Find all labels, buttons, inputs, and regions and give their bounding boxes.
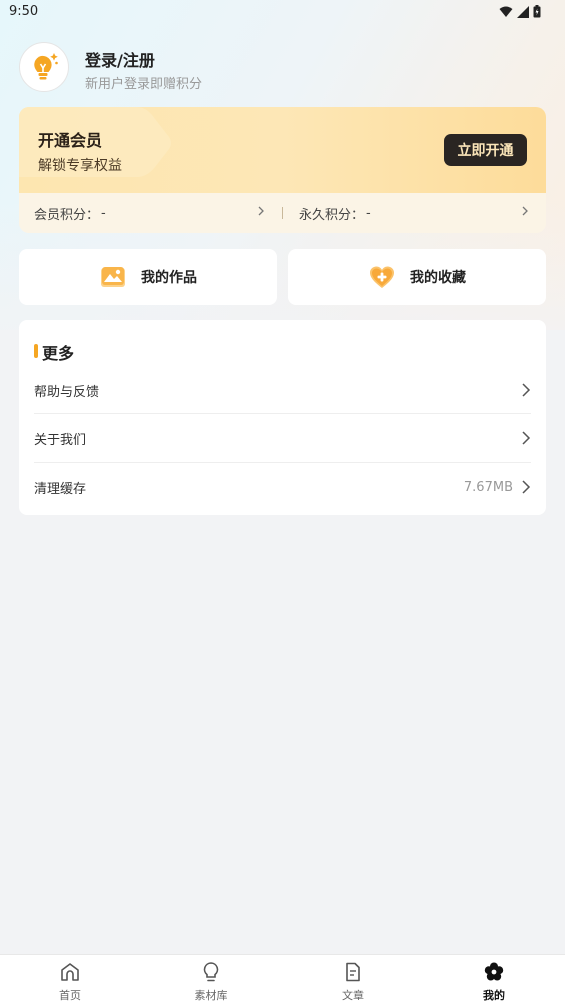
- section-accent-bar: [34, 344, 38, 358]
- points-row: 会员积分： - 永久积分： -: [19, 193, 546, 233]
- chevron-right-icon: [522, 383, 531, 397]
- menu-item-label: 清理缓存: [34, 481, 87, 497]
- nav-item-material-library[interactable]: 素材库: [171, 955, 251, 1004]
- status-time: 9:50: [9, 4, 39, 19]
- points-divider: [282, 207, 283, 219]
- login-subtitle: 新用户登录即赠积分: [85, 77, 203, 92]
- more-section: 更多 帮助与反馈 关于我们 清理缓存 7.67MB: [19, 320, 546, 515]
- permanent-points-value: -: [366, 205, 371, 221]
- menu-item-label: 帮助与反馈: [34, 384, 100, 400]
- nav-label: 素材库: [194, 989, 228, 1002]
- chevron-right-icon[interactable]: [521, 205, 529, 217]
- heart-plus-icon: [370, 266, 394, 288]
- bottom-nav: 首页 素材库 文章 我的: [0, 954, 565, 1004]
- nav-item-mine[interactable]: 我的: [454, 955, 534, 1004]
- flower-icon: [484, 962, 504, 981]
- document-icon: [346, 962, 360, 982]
- status-bar: 9:50: [0, 0, 565, 24]
- member-points-label: 会员积分：: [34, 207, 100, 223]
- chevron-right-icon: [522, 431, 531, 445]
- open-vip-button[interactable]: 立即开通: [444, 134, 527, 166]
- member-points-value: -: [101, 205, 106, 221]
- login-title[interactable]: 登录/注册: [85, 47, 155, 71]
- chevron-right-icon: [522, 480, 531, 494]
- home-icon: [61, 963, 79, 981]
- signal-icon: [517, 5, 529, 18]
- cache-size-value: 7.67MB: [463, 479, 513, 495]
- vip-title: 开通会员: [38, 131, 103, 150]
- vip-card: 开通会员 解锁专享权益 立即开通 会员积分： - 永久积分： -: [19, 107, 546, 233]
- menu-item-clear-cache[interactable]: 清理缓存 7.67MB: [34, 463, 531, 511]
- permanent-points-label: 永久积分：: [299, 207, 365, 223]
- my-favorites-label: 我的收藏: [410, 270, 466, 286]
- lightbulb-icon: [203, 962, 219, 982]
- login-profile[interactable]: 登录/注册 新用户登录即赠积分: [19, 42, 319, 94]
- wifi-icon: [499, 6, 513, 17]
- my-works-label: 我的作品: [141, 270, 197, 286]
- my-works-button[interactable]: 我的作品: [19, 249, 277, 305]
- vip-subtitle: 解锁专享权益: [38, 158, 122, 174]
- nav-label: 我的: [483, 989, 505, 1002]
- avatar[interactable]: [19, 42, 69, 92]
- status-icons: [499, 5, 541, 18]
- picture-icon: [101, 267, 125, 287]
- member-points[interactable]: 会员积分： -: [34, 193, 106, 233]
- nav-label: 文章: [342, 989, 364, 1002]
- nav-item-articles[interactable]: 文章: [313, 955, 393, 1004]
- menu-item-help-feedback[interactable]: 帮助与反馈: [34, 366, 531, 414]
- my-favorites-button[interactable]: 我的收藏: [288, 249, 546, 305]
- nav-label: 首页: [59, 989, 81, 1002]
- menu-item-label: 关于我们: [34, 432, 87, 448]
- permanent-points[interactable]: 永久积分： -: [299, 193, 371, 233]
- battery-icon: [533, 5, 541, 18]
- chevron-right-icon[interactable]: [257, 205, 265, 217]
- vip-banner: 开通会员 解锁专享权益 立即开通: [19, 107, 546, 193]
- more-title: 更多: [42, 344, 75, 363]
- nav-item-home[interactable]: 首页: [30, 955, 110, 1004]
- menu-item-about-us[interactable]: 关于我们: [34, 414, 531, 462]
- lightbulb-logo-icon: [34, 53, 58, 80]
